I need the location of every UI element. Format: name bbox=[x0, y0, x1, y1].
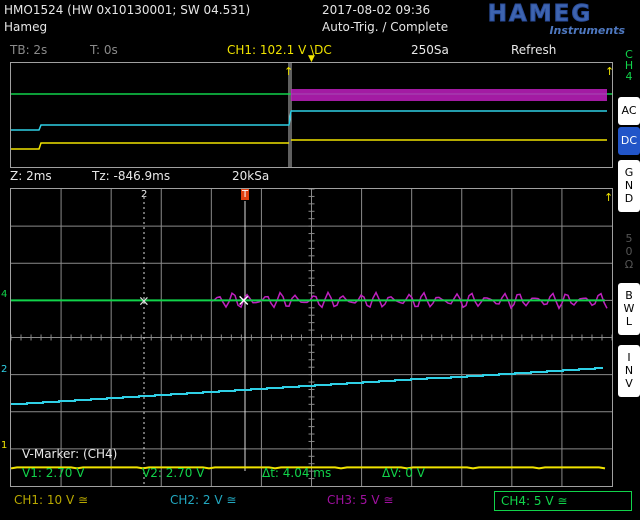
ch3-scale[interactable]: CH3: 5 V ≅ bbox=[327, 489, 393, 511]
marker-title: V-Marker: (CH4) bbox=[22, 447, 118, 461]
zoom-factor: Z: 2ms bbox=[10, 169, 52, 183]
menu-dc-button[interactable]: DC bbox=[618, 127, 640, 155]
menu-bwl-label: BWL bbox=[622, 289, 636, 328]
zoom-time-offset: Tz: -846.9ms bbox=[92, 169, 171, 183]
overview-ch3-band bbox=[291, 89, 607, 101]
marker-delta-v: ΔV: 0 V bbox=[382, 466, 425, 480]
menu-inv-button[interactable]: INV bbox=[618, 345, 640, 397]
hameg-logo: HAMEG Instruments bbox=[451, 2, 629, 38]
scope-grid: × × ↑ bbox=[10, 188, 613, 486]
timebase-readout: TB: 2s bbox=[10, 43, 48, 57]
ch2-scale[interactable]: CH2: 2 V ≅ bbox=[170, 489, 236, 511]
cursor-1-cross: × bbox=[237, 290, 250, 309]
ch2-trace bbox=[10, 367, 603, 405]
menu-ac-label: AC bbox=[621, 104, 637, 117]
ch4-level-marker[interactable]: 4 bbox=[1, 289, 7, 300]
trigger-state: Auto-Trig. / Complete bbox=[322, 20, 449, 34]
trigger-cursor-label[interactable]: T bbox=[241, 189, 250, 200]
menu-dc-label: DC bbox=[620, 134, 638, 147]
overview-cursor-arrow: ↑ bbox=[284, 65, 293, 78]
acquisition-mode[interactable]: Refresh bbox=[511, 43, 556, 57]
logo-wordmark: HAMEG bbox=[487, 1, 593, 27]
menu-ac-button[interactable]: AC bbox=[618, 97, 640, 125]
overview-ch1-trace bbox=[11, 142, 289, 150]
zoom-sample-count: 20kSa bbox=[232, 169, 270, 183]
menu-inv-label: INV bbox=[622, 351, 636, 390]
time-offset-readout: T: 0s bbox=[90, 43, 118, 57]
device-info: HMO1524 (HW 0x10130001; SW 04.531) bbox=[4, 3, 251, 17]
menu-channel-text: CH4 bbox=[622, 48, 636, 81]
overview-trigger-arrow: ↑ bbox=[605, 65, 612, 78]
trigger-level-arrow: ↑ bbox=[604, 191, 612, 204]
marker-v2: V2: 2.70 V bbox=[142, 466, 205, 480]
marker-delta-t: Δt: 4.04 ms bbox=[262, 466, 332, 480]
ch1-level-marker[interactable]: 1 bbox=[1, 440, 7, 451]
menu-gnd-button[interactable]: GND bbox=[618, 160, 640, 212]
logo-subtitle: Instruments bbox=[549, 24, 625, 37]
menu-gnd-label: GND bbox=[622, 166, 636, 205]
trigger-position-marker: ▼ bbox=[308, 54, 315, 64]
datetime: 2017-08-02 09:36 bbox=[322, 3, 431, 17]
owner-label: Hameg bbox=[4, 20, 48, 34]
ch1-scale[interactable]: CH1: 10 V ≅ bbox=[14, 489, 88, 511]
sample-count: 250Sa bbox=[411, 43, 449, 57]
menu-channel-tag: CH4 bbox=[622, 48, 636, 84]
overview-panel[interactable]: ↑ ↑ bbox=[10, 62, 614, 168]
trigger-readout[interactable]: CH1: 102.1 V \DC bbox=[227, 43, 332, 57]
ch2-level-marker[interactable]: 2 bbox=[1, 364, 7, 375]
marker-v1: V1: 2.70 V bbox=[22, 466, 85, 480]
overview-waveforms: ↑ ↑ bbox=[11, 63, 614, 167]
overview-ch2-trace bbox=[11, 110, 607, 131]
menu-50ohm-label: 50Ω bbox=[622, 232, 636, 271]
cursor-2-label[interactable]: 2 bbox=[141, 189, 147, 200]
menu-50ohm-button[interactable]: 50Ω bbox=[618, 226, 640, 271]
ch4-scale[interactable]: CH4: 5 V ≅ bbox=[494, 491, 632, 511]
zoom-waveform-panel[interactable]: × × ↑ bbox=[10, 188, 613, 487]
cursor-2-cross: × bbox=[138, 293, 150, 309]
menu-bwl-button[interactable]: BWL bbox=[618, 283, 640, 335]
